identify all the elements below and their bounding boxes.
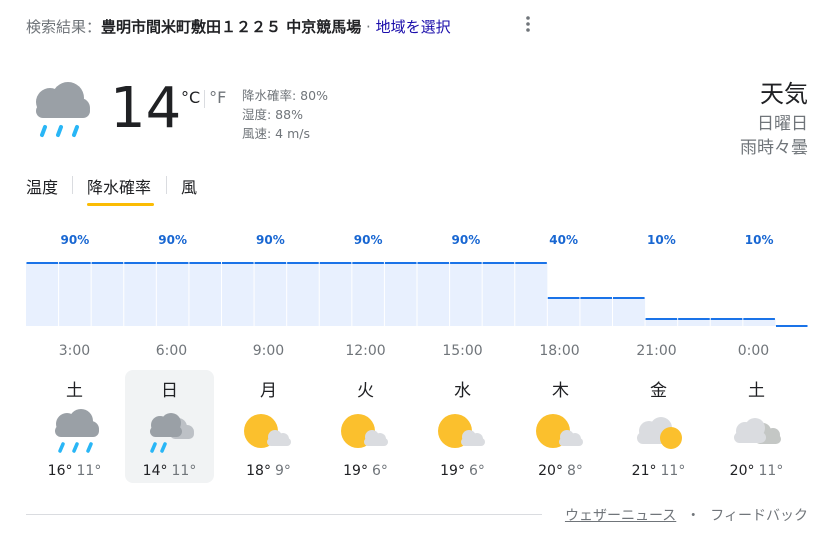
low-temp: 8° — [566, 463, 583, 479]
sun-cloud-icon — [435, 407, 491, 455]
humidity-detail: 湿度: 88% — [242, 107, 303, 122]
cloud-sun-icon — [631, 407, 687, 455]
day-forecast-sun[interactable]: 日 14° 11° — [125, 370, 214, 483]
wind-detail: 風速: 4 m/s — [242, 126, 311, 141]
high-temp: 20° — [538, 463, 563, 479]
low-temp: 9° — [274, 463, 291, 479]
current-temperature: 14 — [110, 76, 182, 141]
low-temp: 6° — [468, 463, 485, 479]
change-region-link[interactable]: 地域を選択 — [376, 18, 451, 36]
footer-divider — [26, 514, 542, 515]
hour-label: 6:00 — [155, 343, 188, 359]
day-forecast-sat2[interactable]: 土 20° 11° — [712, 370, 801, 483]
footer: ウェザーニュース・フィードバック — [565, 505, 808, 525]
precipitation-value-label: 40% — [549, 233, 578, 247]
day-name: 火 — [357, 381, 374, 401]
high-temp: 18° — [246, 463, 271, 479]
precipitation-chart-svg: 90% 90% 90% 90% 90% 40% 10% 10% — [26, 233, 808, 327]
precipitation-value-label: 90% — [354, 233, 383, 247]
sun-cloud-icon — [338, 407, 394, 455]
selected-tab-indicator — [87, 203, 154, 206]
feedback-link[interactable]: フィードバック — [710, 508, 808, 524]
day-forecast-fri[interactable]: 金 21° 11° — [614, 370, 703, 483]
hour-label: 0:00 — [737, 343, 770, 359]
low-temp: 11° — [76, 463, 102, 479]
precipitation-value-label: 10% — [745, 233, 774, 247]
high-temp: 16° — [47, 463, 73, 479]
hour-label: 9:00 — [252, 343, 285, 359]
fahrenheit-toggle[interactable]: °F — [209, 88, 226, 107]
header-separator: · — [361, 18, 376, 36]
high-temp: 19° — [343, 463, 368, 479]
day-name: 木 — [552, 381, 569, 401]
tab-precipitation[interactable]: 降水確率 — [87, 174, 151, 198]
celsius-toggle[interactable]: °C — [181, 88, 200, 107]
hour-label: 18:00 — [539, 343, 580, 359]
precipitation-value-label: 10% — [647, 233, 676, 247]
day-forecast-wed[interactable]: 水 19° 6° — [418, 370, 507, 483]
day-forecast-thu[interactable]: 木 20° 8° — [516, 370, 605, 483]
location-name: 豊明市間米町敷田１２２５ 中京競馬場 — [101, 18, 362, 36]
sun-cloud-icon — [533, 407, 589, 455]
precipitation-value-label: 90% — [256, 233, 285, 247]
day-name: 日 — [161, 381, 178, 401]
precipitation-chart: 90% 90% 90% 90% 90% 40% 10% 10% — [26, 228, 808, 338]
hour-label: 15:00 — [442, 343, 483, 359]
chart-tabs: 温度 降水確率 風 — [26, 174, 226, 208]
weather-day: 日曜日 — [757, 114, 808, 134]
tab-wind[interactable]: 風 — [181, 174, 197, 198]
day-name: 金 — [650, 381, 667, 401]
high-temp: 20° — [729, 463, 755, 479]
unit-toggle: °C °F — [181, 88, 226, 108]
rain-cloud-icon — [28, 80, 94, 142]
day-name: 水 — [454, 381, 471, 401]
precipitation-value-label: 90% — [158, 233, 187, 247]
tab-divider — [166, 176, 167, 194]
day-name: 土 — [748, 381, 765, 401]
rain-cloud-icon — [47, 407, 103, 455]
hour-labels: 3:00 6:00 9:00 12:00 15:00 18:00 21:00 0… — [26, 343, 808, 363]
tab-temperature[interactable]: 温度 — [26, 174, 58, 198]
low-temp: 11° — [171, 463, 197, 479]
low-temp: 11° — [758, 463, 784, 479]
hour-label: 21:00 — [636, 343, 677, 359]
high-temp: 21° — [631, 463, 657, 479]
low-temp: 6° — [371, 463, 388, 479]
tab-divider — [72, 176, 73, 194]
precipitation-value-label: 90% — [61, 233, 90, 247]
weather-condition: 雨時々曇 — [740, 138, 808, 158]
day-forecast-sat[interactable]: 土 16° 11° — [30, 370, 119, 483]
day-name: 土 — [66, 381, 83, 401]
precipitation-detail: 降水確率: 80% — [242, 88, 328, 103]
sun-cloud-icon — [241, 407, 297, 455]
weather-news-link[interactable]: ウェザーニュース — [565, 508, 676, 524]
header-prefix: 検索結果： — [26, 18, 102, 36]
footer-bullet: ・ — [686, 508, 701, 524]
day-forecast-mon[interactable]: 月 18° 9° — [224, 370, 313, 483]
search-result-header: 検索結果：豊明市間米町敷田１２２５ 中京競馬場 · 地域を選択 — [26, 16, 451, 37]
more-vert-icon[interactable] — [521, 14, 535, 39]
cloudy-icon — [729, 407, 785, 455]
precipitation-value-label: 90% — [452, 233, 481, 247]
current-details: 降水確率: 80% 湿度: 88% 風速: 4 m/s — [242, 86, 328, 143]
rain-cloud-partly-icon — [142, 407, 198, 455]
high-temp: 14° — [142, 463, 168, 479]
day-name: 月 — [260, 381, 277, 401]
day-forecast-tue[interactable]: 火 19° 6° — [321, 370, 410, 483]
low-temp: 11° — [660, 463, 686, 479]
hour-label: 3:00 — [58, 343, 91, 359]
weather-title: 天気 — [760, 80, 808, 108]
hour-label: 12:00 — [345, 343, 386, 359]
unit-separator — [204, 89, 206, 108]
high-temp: 19° — [440, 463, 465, 479]
